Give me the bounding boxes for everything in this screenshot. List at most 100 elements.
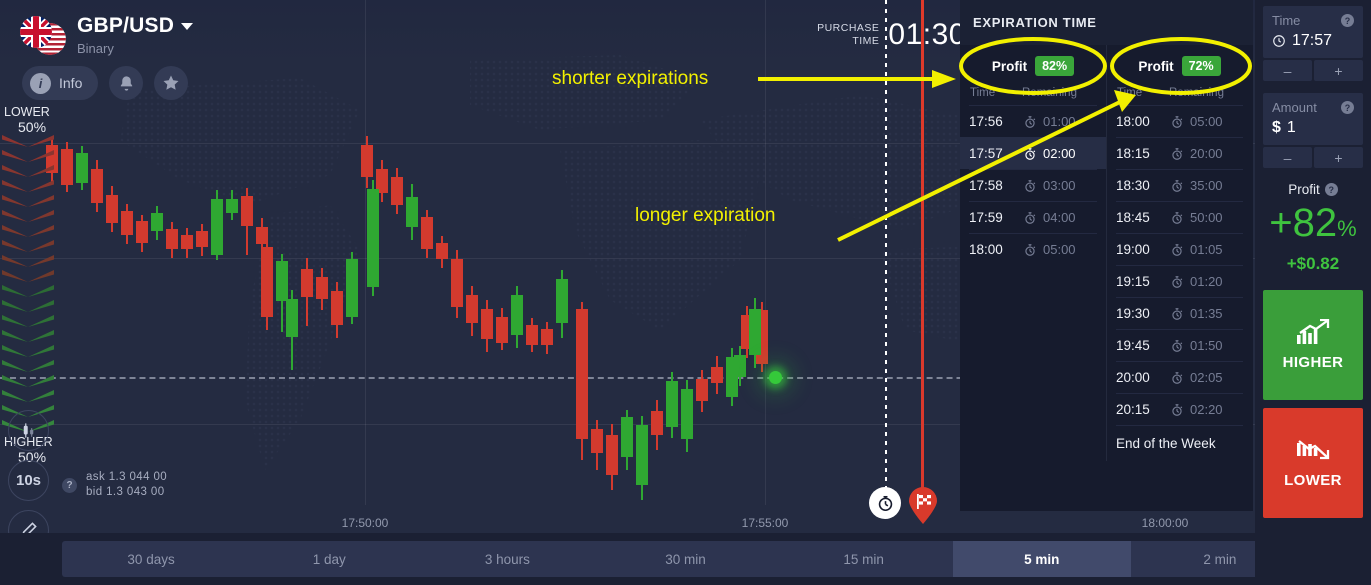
- expiration-panel: EXPIRATION TIME Profit 82% Time Remainin…: [960, 0, 1253, 511]
- long-profit-badge: 72%: [1181, 56, 1221, 76]
- expiration-row-remaining: 01:00: [1023, 114, 1076, 129]
- stopwatch-icon: [1172, 211, 1183, 224]
- profit-amount: +$0.82: [1286, 254, 1340, 273]
- chevron-down-icon[interactable]: [181, 22, 194, 30]
- expiration-row-remaining: 02:20: [1170, 402, 1223, 417]
- timeframe-item[interactable]: 5 min: [952, 541, 1131, 577]
- stopwatch-icon: [1172, 403, 1183, 416]
- expiration-row[interactable]: 19:00 01:05: [1116, 233, 1243, 265]
- timeframe-10s-button[interactable]: 10s: [8, 460, 49, 501]
- expiration-row[interactable]: 18:00 05:00: [1116, 105, 1243, 137]
- expiration-row[interactable]: 17:56 01:00: [969, 105, 1097, 137]
- favorite-button[interactable]: [154, 66, 189, 100]
- symbol-name: GBP/USD: [77, 14, 175, 37]
- header-buttons: i Info: [22, 66, 189, 100]
- purchase-time-block: PURCHASE TIME 01:30: [817, 18, 966, 52]
- expiration-remaining-text: 03:00: [1043, 178, 1076, 193]
- time-help-icon[interactable]: ?: [1341, 14, 1354, 27]
- ask-price: ask 1.3 044 00: [86, 471, 168, 483]
- time-minus-button[interactable]: –: [1263, 60, 1312, 81]
- timeframe-item[interactable]: 1 day: [240, 541, 418, 577]
- chart-type-candles-button[interactable]: [8, 410, 49, 451]
- expiration-row[interactable]: 18:30 35:00: [1116, 169, 1243, 201]
- annotation-label-short: shorter expirations: [552, 68, 709, 89]
- expiration-row[interactable]: 19:30 01:35: [1116, 297, 1243, 329]
- purchase-time-marker-icon[interactable]: [869, 487, 901, 519]
- time-axis-label: 18:00:00: [1141, 516, 1189, 530]
- info-icon: i: [30, 72, 51, 94]
- expiration-row[interactable]: 19:15 01:20: [1116, 265, 1243, 297]
- short-profit-badge: 82%: [1035, 56, 1075, 76]
- lower-button[interactable]: LOWER: [1263, 408, 1363, 518]
- timeframe-item[interactable]: 3 hours: [418, 541, 596, 577]
- star-icon: [163, 75, 179, 90]
- expiration-row[interactable]: 18:15 20:00: [1116, 137, 1243, 169]
- short-head-time: Time: [970, 87, 996, 99]
- expiration-row-time: 17:58: [969, 178, 1003, 193]
- expiration-row-time: 17:57: [969, 146, 1003, 161]
- expiration-row[interactable]: 18:00 05:00: [969, 233, 1097, 265]
- stopwatch-icon: [1025, 243, 1036, 256]
- quotes-help-icon[interactable]: ?: [62, 477, 77, 493]
- expiration-row-time: 19:30: [1116, 306, 1150, 321]
- purchase-time-label-1: PURCHASE: [817, 22, 880, 34]
- timeframe-item[interactable]: 30 days: [62, 541, 240, 577]
- clock-icon: [1273, 35, 1285, 47]
- annotation-label-long: longer expiration: [635, 205, 776, 226]
- trend-down-icon: [1297, 440, 1330, 460]
- time-field-value: 17:57: [1292, 32, 1333, 49]
- profit-label-row: Profit ?: [1255, 182, 1371, 197]
- stopwatch-icon: [1172, 179, 1183, 192]
- timeframe-bar: 30 days 1 day 3 hours 30 min 15 min 5 min 2 mi…: [0, 533, 1371, 585]
- bid-price: bid 1.3 043 00: [86, 486, 165, 498]
- expiration-row-remaining: 03:00: [1023, 178, 1076, 193]
- long-profit-label: Profit: [1138, 58, 1174, 74]
- stopwatch-icon: [1172, 371, 1183, 384]
- amount-minus-button[interactable]: –: [1263, 147, 1312, 168]
- time-plus-button[interactable]: +: [1314, 60, 1363, 81]
- timeframe-track: 30 days 1 day 3 hours 30 min 15 min 5 min 2 mi…: [62, 541, 1309, 577]
- expiration-row-time: 18:30: [1116, 178, 1150, 193]
- stopwatch-icon: [1025, 147, 1036, 160]
- expiration-row[interactable]: 20:00 02:05: [1116, 361, 1243, 393]
- short-profit-label: Profit: [991, 58, 1028, 74]
- amount-help-icon[interactable]: ?: [1341, 101, 1354, 114]
- expiration-row-time: 19:00: [1116, 242, 1150, 257]
- amount-field[interactable]: Amount ? $ 1: [1263, 93, 1363, 145]
- info-label: Info: [59, 75, 83, 91]
- expiration-remaining-text: 01:00: [1043, 114, 1076, 129]
- profit-help-icon[interactable]: ?: [1324, 183, 1338, 196]
- amount-field-value: 1: [1286, 119, 1296, 136]
- expiration-flag-marker-icon[interactable]: [907, 486, 939, 524]
- expiration-remaining-text: 02:00: [1043, 146, 1076, 161]
- expiration-row-remaining: 01:20: [1170, 274, 1223, 289]
- expiration-row-remaining: 01:50: [1170, 338, 1223, 353]
- sentiment-chevrons: [0, 135, 62, 432]
- end-of-week-label: End of the Week: [1116, 436, 1216, 451]
- expiration-row[interactable]: 18:45 50:00: [1116, 201, 1243, 233]
- expiration-row[interactable]: 17:57 02:00: [960, 137, 1106, 169]
- expiration-row-time: 20:15: [1116, 402, 1150, 417]
- expiration-row[interactable]: 19:45 01:50: [1116, 329, 1243, 361]
- timeframe-item[interactable]: 30 min: [596, 541, 774, 577]
- amount-plus-button[interactable]: +: [1314, 147, 1363, 168]
- expiration-row[interactable]: 17:59 04:00: [969, 201, 1097, 233]
- expiration-remaining-text: 20:00: [1190, 146, 1223, 161]
- time-field[interactable]: Time ? 17:57: [1263, 6, 1363, 58]
- expiration-remaining-text: 02:20: [1190, 402, 1223, 417]
- sentiment-lower-pct: 50%: [18, 119, 47, 135]
- higher-button[interactable]: HIGHER: [1263, 290, 1363, 400]
- symbol-name-row[interactable]: GBP/USD: [77, 14, 194, 38]
- symbol-header[interactable]: GBP/USD Binary: [20, 14, 194, 56]
- timeframe-item[interactable]: 15 min: [775, 541, 953, 577]
- expiration-row-end-of-week[interactable]: End of the Week: [1116, 425, 1243, 461]
- short-column-headers: Time Remaining: [960, 87, 1106, 105]
- info-button[interactable]: i Info: [22, 66, 99, 100]
- expiration-row[interactable]: 17:58 03:00: [969, 169, 1097, 201]
- alerts-button[interactable]: [109, 66, 144, 100]
- stopwatch-icon: [1172, 115, 1183, 128]
- stopwatch-icon: [1172, 243, 1183, 256]
- expiration-row[interactable]: 20:15 02:20: [1116, 393, 1243, 425]
- purchase-time-countdown: 01:30: [888, 18, 966, 51]
- stopwatch-icon: [1172, 339, 1183, 352]
